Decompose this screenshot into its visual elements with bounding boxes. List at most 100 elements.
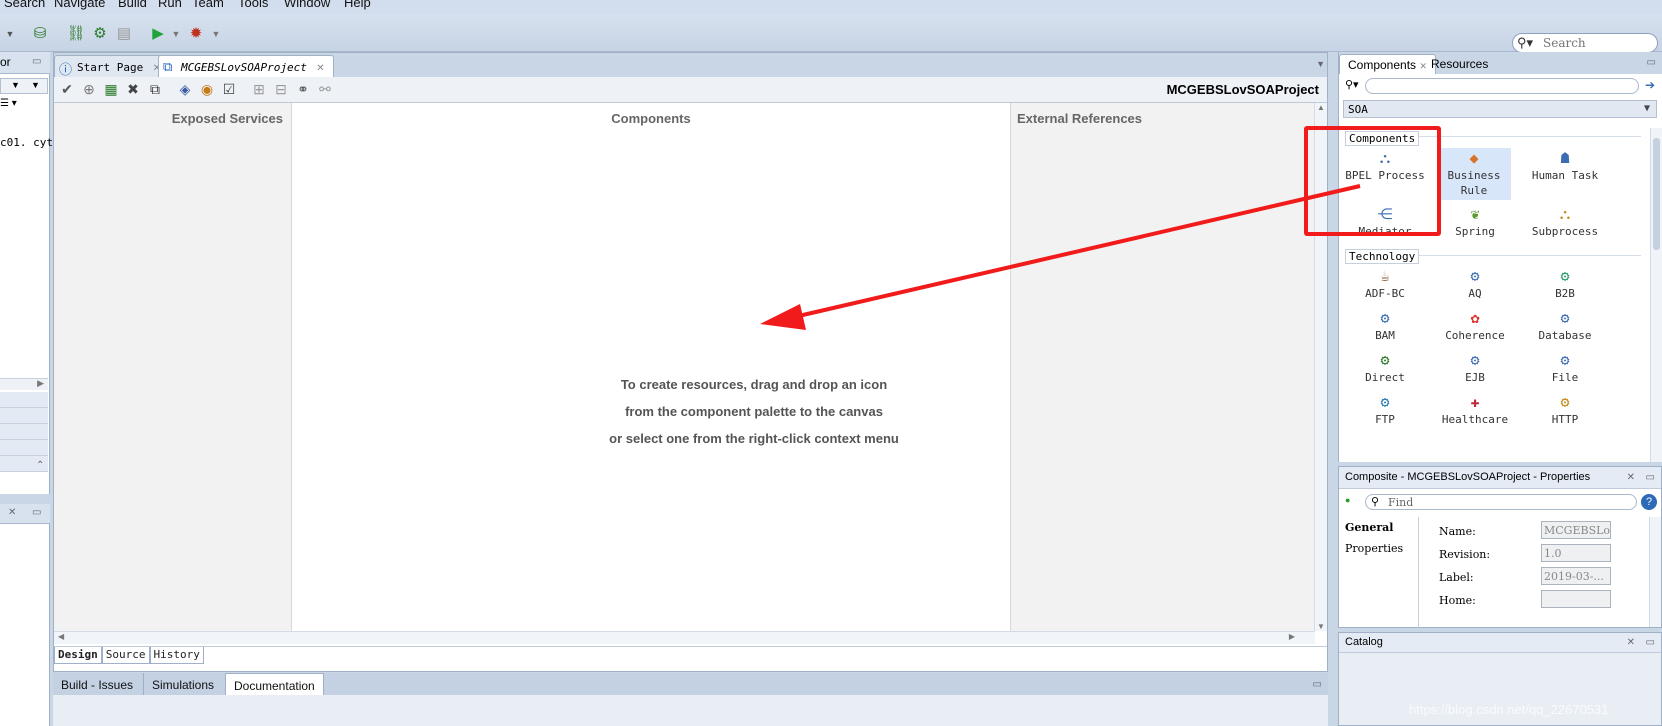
tab-history[interactable]: History <box>149 647 204 664</box>
palette-item-ejb[interactable]: ⚙ EJB <box>1435 350 1515 385</box>
expand-icon[interactable]: ⌃ <box>36 460 44 471</box>
tab-design[interactable]: Design <box>54 647 102 664</box>
composite-info-icon[interactable]: ◈ <box>176 81 194 98</box>
palette-scrollbar[interactable] <box>1650 128 1662 462</box>
item-label: Spring <box>1455 225 1495 238</box>
composite-canvas[interactable]: Exposed Services Components External Ref… <box>54 103 1315 631</box>
horizontal-scrollbar[interactable]: ▶ <box>0 378 48 390</box>
tab-resources[interactable]: Resources <box>1423 54 1496 74</box>
tab-simulations[interactable]: Simulations <box>143 673 222 695</box>
minimize-icon[interactable]: ▭ <box>1646 472 1655 483</box>
section-technology[interactable]: Technology <box>1345 249 1420 264</box>
add-icon[interactable]: ⊞ <box>250 81 268 98</box>
dropdown-icon[interactable]: ▼ <box>0 24 20 44</box>
debug-dropdown-icon[interactable]: ▼ <box>206 24 226 44</box>
palette-item-database[interactable]: ⚙ Database <box>1525 308 1605 343</box>
menu-search[interactable]: Search <box>4 0 45 10</box>
scroll-left-icon[interactable]: ◀ <box>58 632 64 641</box>
menu-window[interactable]: Window <box>284 0 330 10</box>
tab-source[interactable]: Source <box>101 647 150 664</box>
name-field[interactable]: MCGEBSLo... <box>1541 521 1611 539</box>
palette-category-select[interactable]: SOA ▼ <box>1343 100 1657 118</box>
palette-item-spring[interactable]: ❦ Spring <box>1435 204 1515 239</box>
minimize-icon[interactable]: ▭ <box>1313 679 1322 690</box>
palette-item-adf-bc[interactable]: ☕ ADF-BC <box>1345 266 1425 301</box>
menu-tools[interactable]: Tools <box>238 0 268 10</box>
menu-build[interactable]: Build <box>118 0 147 10</box>
menu-team[interactable]: Team <box>192 0 224 10</box>
horizontal-scrollbar[interactable]: ◀ ▶ <box>54 631 1315 644</box>
scroll-thumb[interactable] <box>1653 138 1660 250</box>
validate-icon[interactable]: ✔ <box>58 81 76 98</box>
navigator-selector[interactable]: ▼ ▼ <box>0 78 48 94</box>
tab-documentation[interactable]: Documentation <box>225 673 324 695</box>
revision-field[interactable]: 1.0 <box>1541 544 1611 562</box>
properties-scrollbar[interactable] <box>1649 517 1661 627</box>
minimize-icon[interactable]: ▭ <box>32 507 41 518</box>
wire-icon[interactable]: ⧉ <box>146 81 164 98</box>
close-icon[interactable]: ✕ <box>8 507 16 518</box>
go-icon[interactable]: ➔ <box>1645 78 1655 92</box>
make-icon[interactable]: ⛓ <box>66 24 86 44</box>
run-dropdown-icon[interactable]: ▼ <box>166 24 186 44</box>
tab-components[interactable]: Components ✕ <box>1339 54 1436 74</box>
clean-icon[interactable]: ▤ <box>114 24 134 44</box>
scroll-down-icon[interactable]: ▼ <box>1317 622 1325 631</box>
close-icon[interactable]: ✕ <box>1627 472 1635 483</box>
delete-icon[interactable]: ✖ <box>124 81 142 98</box>
palette-item-bam[interactable]: ⚙ BAM <box>1345 308 1425 343</box>
palette-item-aq[interactable]: ⚙ AQ <box>1435 266 1515 301</box>
minimize-icon[interactable]: ▭ <box>1647 57 1656 68</box>
external-references-lane[interactable]: External References <box>1010 103 1315 631</box>
deploy-icon[interactable]: ⛁ <box>30 24 50 44</box>
palette-item-business-rule[interactable]: ◆ Business Rule <box>1437 148 1511 200</box>
tab-start-page[interactable]: ⓘ Start Page ✕ <box>54 55 170 77</box>
help-icon[interactable]: ? <box>1641 494 1657 510</box>
exposed-services-lane[interactable]: Exposed Services <box>54 103 292 631</box>
home-field[interactable] <box>1541 590 1611 608</box>
close-icon[interactable]: ✕ <box>316 63 324 74</box>
palette-item-ftp[interactable]: ⚙ FTP <box>1345 392 1425 427</box>
close-icon[interactable]: ✕ <box>1627 637 1635 648</box>
label-field[interactable]: 2019-03-... <box>1541 567 1611 585</box>
palette-item-file[interactable]: ⚙ File <box>1525 350 1605 385</box>
debug-icon[interactable]: ✹ <box>186 24 206 44</box>
find-icon[interactable]: ⚯ <box>316 81 334 98</box>
test-icon[interactable]: ⊕ <box>80 81 98 98</box>
rebuild-icon[interactable]: ⚙ <box>90 24 110 44</box>
palette-search[interactable]: ⚲▾ ➔ <box>1343 78 1659 94</box>
scroll-right-icon[interactable]: ▶ <box>1289 632 1295 641</box>
nav-properties[interactable]: Properties <box>1341 538 1418 559</box>
search-input[interactable] <box>1543 36 1653 50</box>
palette-item-direct[interactable]: ⚙ Direct <box>1345 350 1425 385</box>
tab-build-issues[interactable]: Build - Issues <box>53 673 141 695</box>
palette-item-http[interactable]: ⚙ HTTP <box>1525 392 1605 427</box>
menu-navigate[interactable]: Navigate <box>54 0 105 10</box>
global-search[interactable]: ⚲▾ <box>1512 33 1658 53</box>
minimize-icon[interactable]: ▭ <box>1646 637 1655 648</box>
palette-search-input[interactable] <box>1365 78 1639 94</box>
run-icon[interactable]: ▶ <box>148 24 168 44</box>
palette-item-healthcare[interactable]: ✚ Healthcare <box>1435 392 1515 427</box>
tab-list-icon[interactable]: ▼ <box>1316 59 1325 69</box>
minimize-icon[interactable]: ▭ <box>32 56 41 67</box>
components-lane[interactable]: Components <box>292 103 1010 631</box>
menu-run[interactable]: Run <box>158 0 182 10</box>
scroll-up-icon[interactable]: ▲ <box>1317 103 1325 112</box>
nav-general[interactable]: General <box>1341 517 1418 538</box>
policy-icon[interactable]: ◉ <box>198 81 216 98</box>
properties-header: Composite - MCGEBSLovSOAProject - Proper… <box>1339 467 1661 489</box>
palette-item-b2b[interactable]: ⚙ B2B <box>1525 266 1605 301</box>
view-options-icon[interactable]: ☰ ▾ <box>0 98 17 109</box>
checklist-icon[interactable]: ☑ <box>220 81 238 98</box>
remove-icon[interactable]: ⊟ <box>272 81 290 98</box>
palette-item-coherence[interactable]: ✿ Coherence <box>1435 308 1515 343</box>
palette-item-human-task[interactable]: ☗ Human Task <box>1525 148 1605 183</box>
binoculars-icon[interactable]: ⚭ <box>294 81 312 98</box>
menu-help[interactable]: Help <box>344 0 371 10</box>
scroll-right-icon[interactable]: ▶ <box>37 378 44 389</box>
chart-icon[interactable]: ▦ <box>102 81 120 98</box>
tab-composite[interactable]: ⧉ MCGEBSLovSOAProject ✕ <box>158 55 334 77</box>
palette-item-subprocess[interactable]: ⛬ Subprocess <box>1525 204 1605 239</box>
properties-find[interactable]: ⚲ Find <box>1365 494 1637 510</box>
